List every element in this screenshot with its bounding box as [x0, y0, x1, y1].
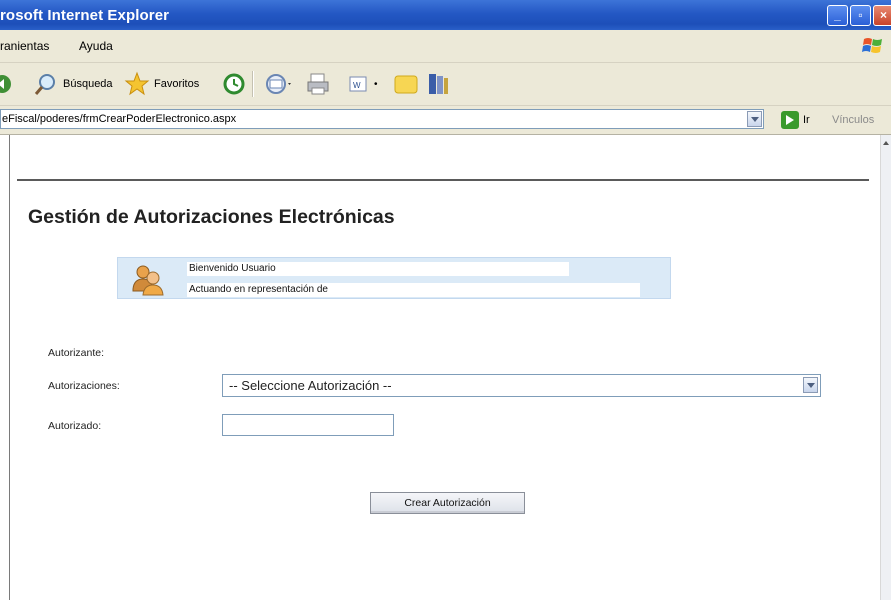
- maximize-icon: ▫: [858, 8, 863, 22]
- url-text: eFiscal/poderes/frmCrearPoderElectronico…: [2, 113, 237, 125]
- representation-field: Actuando en representación de: [187, 283, 640, 297]
- mail-icon: [266, 74, 291, 94]
- print-icon: [307, 73, 329, 95]
- folder-button[interactable]: [393, 69, 419, 99]
- history-button[interactable]: [222, 69, 246, 99]
- back-button[interactable]: [0, 69, 12, 99]
- menu-herramientas[interactable]: ranientas: [0, 39, 49, 53]
- go-arrow-icon[interactable]: [781, 111, 799, 129]
- favorites-button[interactable]: Favoritos: [124, 69, 199, 99]
- favorites-label: Favoritos: [154, 78, 200, 90]
- folder-icon: [394, 75, 418, 94]
- edit-dropdown[interactable]: •: [374, 69, 378, 99]
- vertical-scrollbar[interactable]: [880, 135, 891, 600]
- research-button[interactable]: [425, 69, 451, 99]
- page-title: Gestión de Autorizaciones Electrónicas: [28, 206, 395, 228]
- minimize-button[interactable]: _: [827, 5, 848, 26]
- url-field[interactable]: eFiscal/poderes/frmCrearPoderElectronico…: [0, 109, 764, 129]
- autorizaciones-label: Autorizaciones:: [48, 380, 120, 392]
- svg-text:W: W: [353, 81, 361, 90]
- chevron-down-icon[interactable]: [803, 377, 818, 393]
- page-content: [9, 135, 881, 600]
- autorizado-label: Autorizado:: [48, 420, 102, 432]
- edit-button[interactable]: W: [347, 69, 369, 99]
- autorizaciones-selected-text: -- Seleccione Autorización --: [229, 378, 392, 393]
- search-icon: [34, 74, 55, 95]
- toolbar-separator: [252, 71, 254, 97]
- representation-text: Actuando en representación de: [189, 284, 328, 295]
- autorizado-input[interactable]: [222, 414, 394, 436]
- print-button[interactable]: [305, 69, 331, 99]
- links-label[interactable]: Vínculos: [832, 114, 874, 126]
- title-bar[interactable]: rosoft Internet Explorer _ ▫ ×: [0, 0, 891, 30]
- back-arrow-icon: [0, 75, 11, 93]
- go-label[interactable]: Ir: [803, 114, 810, 126]
- maximize-button[interactable]: ▫: [850, 5, 871, 26]
- menu-bar: ranientas Ayuda: [0, 30, 891, 63]
- toolbar: Búsqueda Favoritos W •: [0, 63, 891, 106]
- welcome-user-field: Bienvenido Usuario: [187, 262, 569, 276]
- close-button[interactable]: ×: [873, 5, 891, 26]
- minimize-icon: _: [834, 8, 841, 22]
- scroll-up-icon[interactable]: [881, 137, 891, 149]
- edit-icon: W: [349, 76, 367, 92]
- create-authorization-button[interactable]: Crear Autorización: [370, 492, 525, 514]
- history-icon: [223, 73, 245, 95]
- search-button[interactable]: Búsqueda: [33, 69, 113, 99]
- autorizante-label: Autorizante:: [48, 347, 105, 359]
- header-divider: [17, 179, 869, 181]
- star-icon: [124, 71, 150, 96]
- users-icon: [132, 265, 164, 296]
- welcome-user-text: Bienvenido Usuario: [189, 263, 276, 274]
- menu-ayuda[interactable]: Ayuda: [79, 39, 113, 53]
- address-bar: eFiscal/poderes/frmCrearPoderElectronico…: [0, 106, 891, 135]
- mail-button[interactable]: [264, 69, 294, 99]
- close-icon: ×: [879, 8, 887, 22]
- autorizaciones-select[interactable]: -- Seleccione Autorización --: [222, 374, 821, 397]
- create-authorization-label: Crear Autorización: [404, 497, 491, 509]
- search-label: Búsqueda: [63, 78, 113, 90]
- browser-window: rosoft Internet Explorer _ ▫ × ranientas…: [0, 0, 891, 600]
- window-title: rosoft Internet Explorer: [0, 7, 170, 24]
- research-icon: [429, 74, 448, 94]
- url-dropdown-button[interactable]: [747, 111, 762, 127]
- windows-logo-icon: [862, 38, 882, 53]
